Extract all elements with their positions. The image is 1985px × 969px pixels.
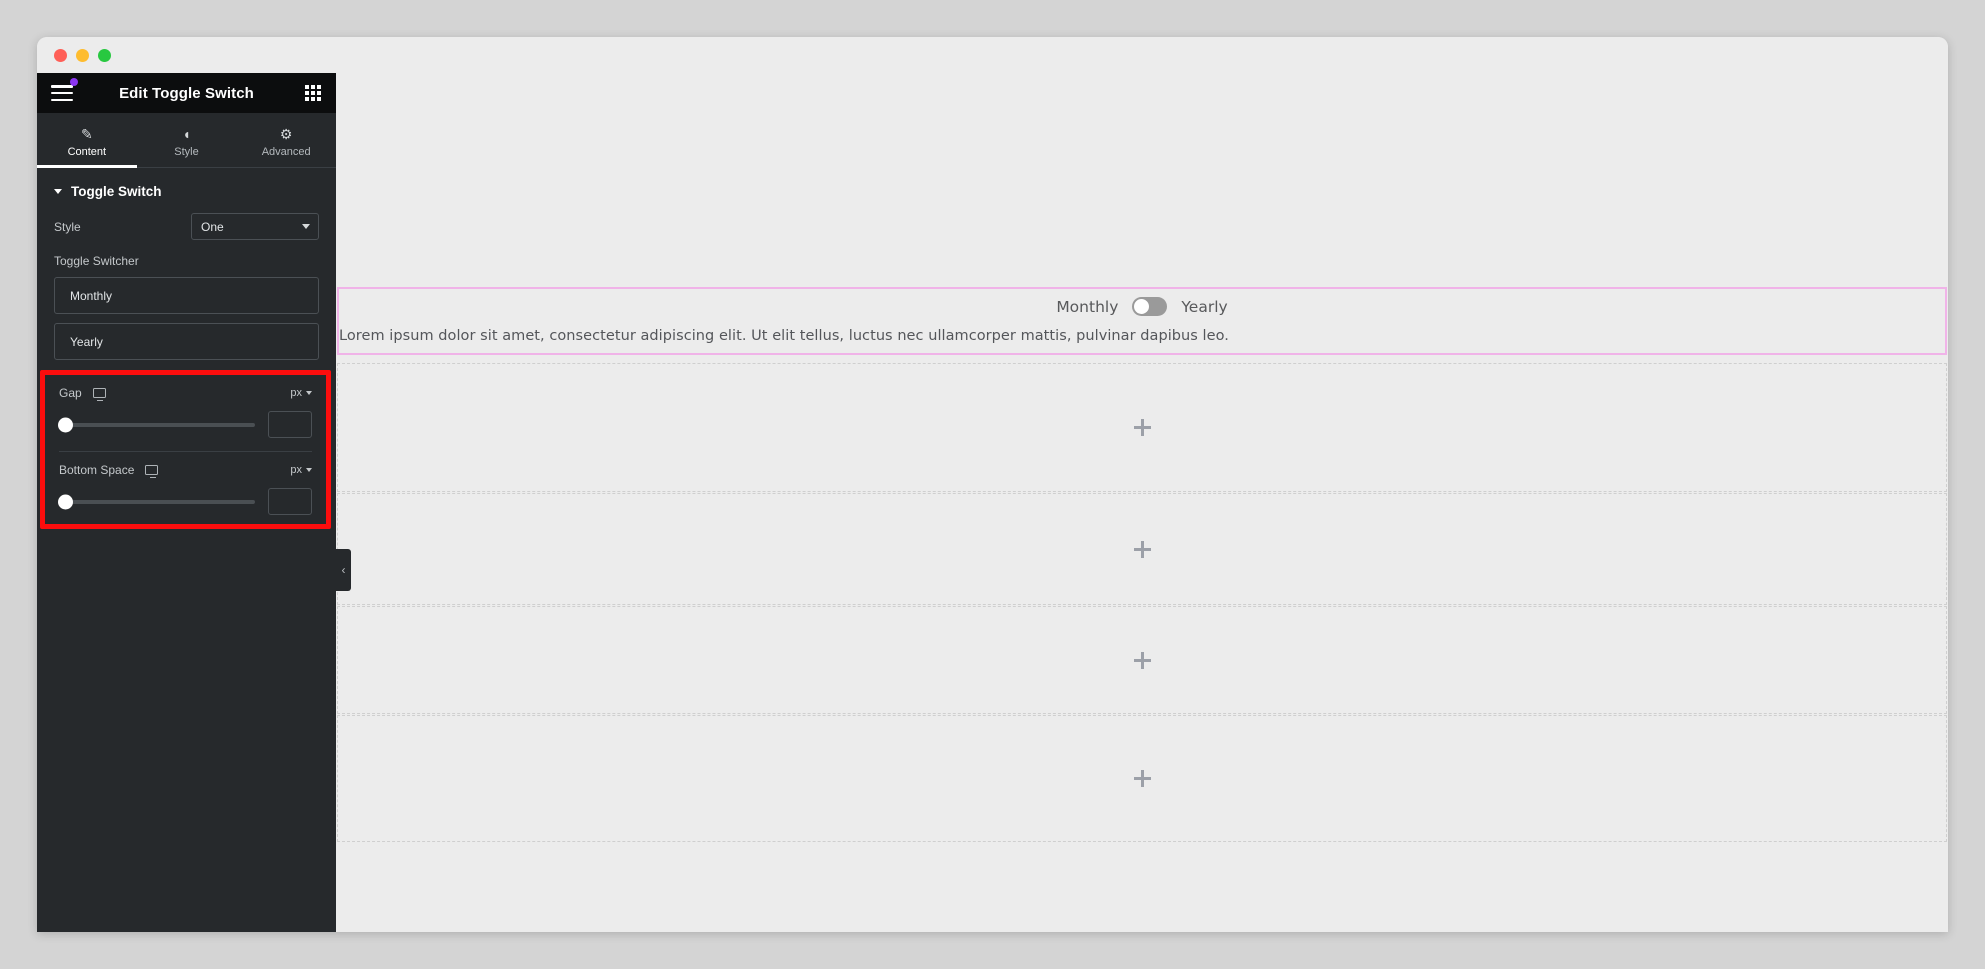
toggle-switcher-repeater: Monthly Yearly [37,277,336,360]
pencil-icon: ✎ [80,125,93,142]
window-minimize-button[interactable] [76,48,89,62]
plus-icon[interactable] [1133,419,1151,436]
empty-section-2[interactable] [337,493,1947,605]
editor-body: Edit Toggle Switch ✎ Content ◖ Style ⚙ A… [37,73,1948,932]
chevron-down-icon [54,189,62,194]
highlighted-controls-group: Gap px Bottom Space px [40,370,331,529]
desktop-icon[interactable] [92,388,106,402]
panel-title: Edit Toggle Switch [119,84,254,102]
bottom-space-slider-knob[interactable] [58,494,73,509]
browser-window: Edit Toggle Switch ✎ Content ◖ Style ⚙ A… [37,37,1948,932]
bottom-space-unit-switcher[interactable]: px [290,464,312,476]
chevron-down-icon [306,468,312,472]
empty-section-1[interactable] [337,363,1947,492]
gap-unit-switcher[interactable]: px [290,387,312,399]
gap-number-input[interactable] [268,411,312,438]
bottom-space-slider-track[interactable] [58,494,255,509]
desktop-icon[interactable] [145,465,159,479]
panel-collapse-handle[interactable]: ‹ [336,549,351,591]
editor-canvas: Monthly Yearly Lorem ipsum dolor sit ame… [336,73,1948,932]
chevron-down-icon [306,391,312,395]
tab-advanced[interactable]: ⚙ Advanced [236,113,336,167]
gap-slider-knob[interactable] [58,417,73,432]
repeater-item-monthly[interactable]: Monthly [54,277,319,314]
empty-section-3[interactable] [337,606,1947,714]
bottom-space-slider-row [58,488,312,515]
toggle-switcher-label: Toggle Switcher [54,254,139,268]
gap-slider-track[interactable] [58,417,255,432]
toggle-switch-control[interactable] [1132,297,1168,316]
plus-icon[interactable] [1133,770,1151,787]
style-select[interactable]: One [191,213,319,240]
gap-control: Gap px [45,386,326,438]
gap-slider-row [58,411,312,438]
tab-style-label: Style [174,145,199,158]
bottom-space-number-input[interactable] [268,488,312,515]
panel-header: Edit Toggle Switch [37,73,336,113]
gap-unit-label: px [290,387,302,399]
toggle-switch-knob [1134,299,1150,314]
section-toggle-switch-header[interactable]: Toggle Switch [37,168,336,213]
bottom-space-unit-label: px [290,464,302,476]
tab-content[interactable]: ✎ Content [37,113,137,168]
editor-panel: Edit Toggle Switch ✎ Content ◖ Style ⚙ A… [37,73,336,932]
bottom-space-control: Bottom Space px [45,463,326,515]
window-close-button[interactable] [54,48,67,62]
plus-icon[interactable] [1133,540,1151,558]
gap-label: Gap [59,386,82,400]
hamburger-icon[interactable] [51,78,78,101]
paragraph-text[interactable]: Lorem ipsum dolor sit amet, consectetur … [339,328,1229,344]
style-control-row: Style One [37,213,336,240]
plus-icon[interactable] [1133,651,1151,669]
section-title: Toggle Switch [71,184,162,199]
panel-controls: Toggle Switch Style One Toggle Switcher … [37,168,336,932]
contrast-icon: ◖ [182,125,191,142]
window-maximize-button[interactable] [98,48,111,62]
repeater-item-yearly[interactable]: Yearly [54,323,319,360]
grid-icon[interactable] [305,85,321,101]
notification-dot-icon [70,78,78,86]
toggle-left-label: Monthly [1056,297,1119,316]
panel-tabs: ✎ Content ◖ Style ⚙ Advanced [37,113,336,168]
style-select-wrap: One [191,213,319,240]
tab-style[interactable]: ◖ Style [137,113,237,167]
window-titlebar [37,37,1948,73]
empty-section-4[interactable] [337,715,1947,842]
bottom-space-control-header: Bottom Space px [59,463,312,479]
gear-icon: ⚙ [279,125,293,142]
style-label: Style [54,219,81,234]
tab-content-label: Content [67,145,107,158]
gap-control-header: Gap px [59,386,312,402]
toggle-switch-widget[interactable]: Monthly Yearly [336,297,1948,316]
toggle-right-label: Yearly [1181,297,1228,316]
tab-advanced-label: Advanced [261,145,311,158]
control-divider [59,451,312,452]
bottom-space-label: Bottom Space [59,463,135,477]
